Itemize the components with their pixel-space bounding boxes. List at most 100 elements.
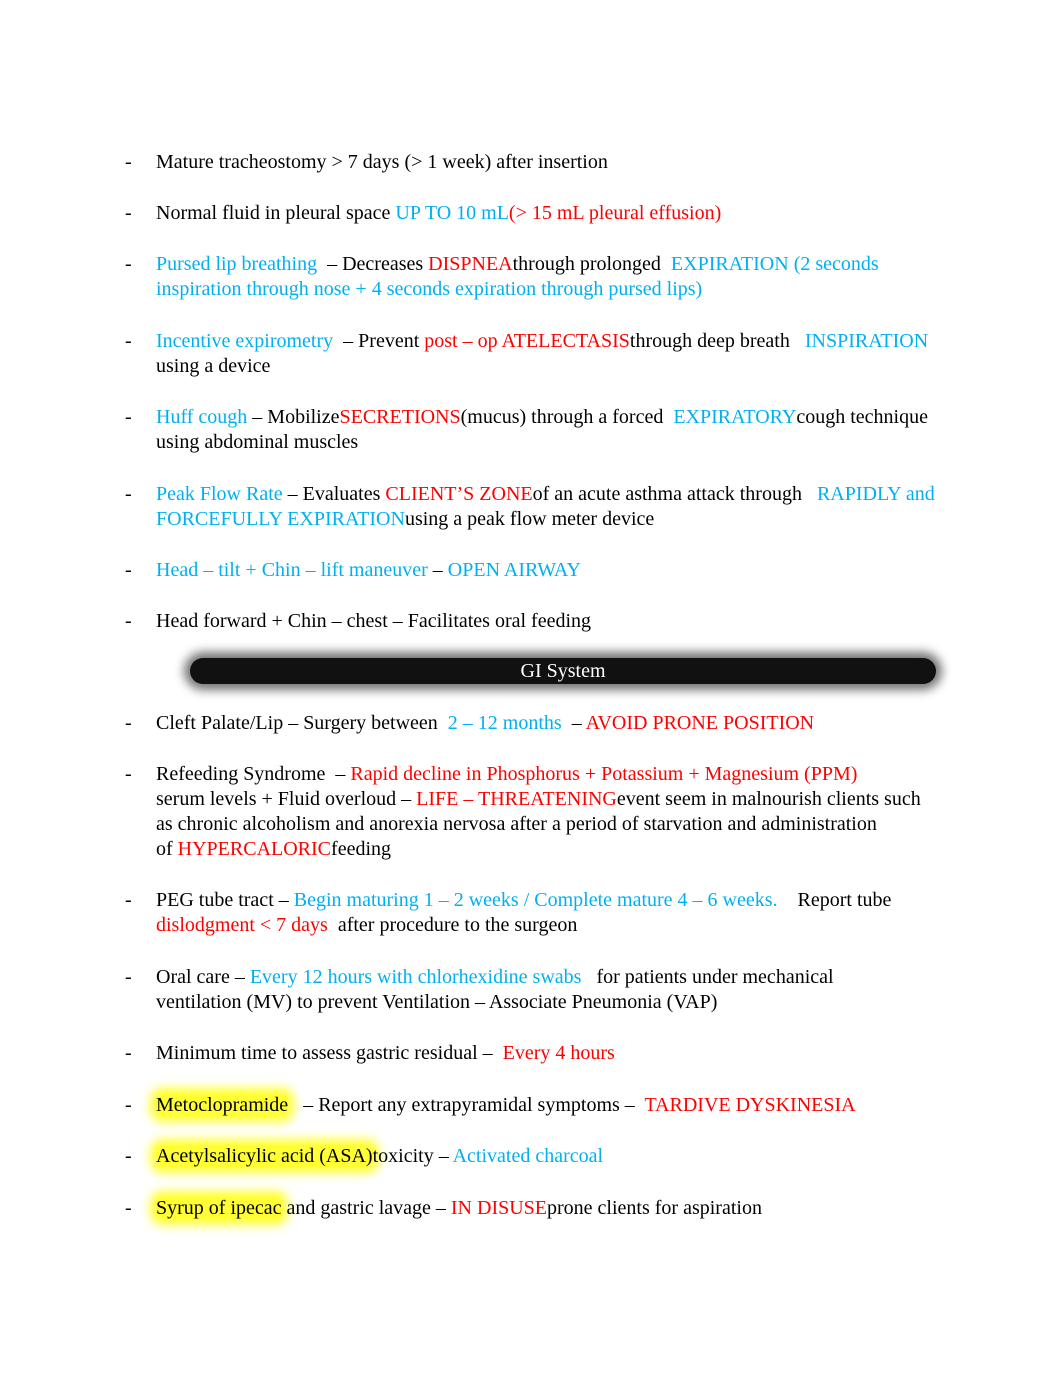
- text-line: as chronic alcoholism and anorexia nervo…: [156, 812, 956, 837]
- bullet-dash: -: [125, 966, 132, 988]
- bullet-dash: -: [125, 559, 132, 581]
- blue-text: EXPIRATION (2 seconds: [670, 253, 879, 275]
- text-segment: –: [427, 559, 448, 581]
- item-text: Refeeding Syndrome – Rapid decline in Ph…: [156, 762, 956, 862]
- bullet-dash: -: [125, 1197, 132, 1219]
- blue-text: Peak Flow Rate: [156, 483, 283, 505]
- text-segment: – Prevent: [338, 330, 425, 352]
- red-text: Every 4 hours: [502, 1042, 615, 1064]
- text-segment: through deep breath: [629, 330, 805, 352]
- bullet-dash: -: [125, 330, 132, 352]
- bullet-dash: -: [125, 1145, 132, 1167]
- text-line: Peak Flow Rate – Evaluates CLIENT’S ZONE…: [156, 482, 956, 507]
- text-segment: feeding: [331, 838, 392, 860]
- blue-text: UP TO 10 mL: [395, 202, 509, 224]
- bullet-dash: -: [125, 610, 132, 632]
- text-segment: cough technique: [796, 406, 928, 428]
- text-line: Cleft Palate/Lip – Surgery between 2 – 1…: [156, 711, 956, 736]
- item-text: Cleft Palate/Lip – Surgery between 2 – 1…: [156, 711, 956, 736]
- item-text: Minimum time to assess gastric residual …: [156, 1041, 956, 1066]
- text-segment: and gastric lavage –: [281, 1197, 451, 1219]
- item-text: Pursed lip breathing – Decreases DISPNEA…: [156, 252, 956, 302]
- text-line: Minimum time to assess gastric residual …: [156, 1041, 956, 1066]
- blue-text: 2 – 12 months: [447, 712, 562, 734]
- blue-text: RAPIDLY and: [816, 483, 935, 505]
- item-text: Metoclopramide – Report any extrapyramid…: [156, 1093, 956, 1118]
- text-segment: of: [156, 838, 178, 860]
- text-line: using abdominal muscles: [156, 430, 956, 455]
- text-segment: PEG tube tract –: [156, 889, 294, 911]
- text-line: Head – tilt + Chin – lift maneuver – OPE…: [156, 558, 956, 583]
- text-segment: using abdominal muscles: [156, 431, 359, 453]
- blue-text: Incentive expirometry: [156, 330, 339, 352]
- text-segment: Head forward + Chin – chest – Facilitate…: [156, 610, 592, 632]
- text-segment: Oral care –: [156, 966, 250, 988]
- text-segment: (mucus) through a forced: [460, 406, 674, 428]
- text-segment: Cleft Palate/Lip – Surgery between: [156, 712, 448, 734]
- text-line: Huff cough – MobilizeSECRETIONS(mucus) t…: [156, 405, 956, 430]
- blue-text: INSPIRATION: [804, 330, 929, 352]
- item-text: Mature tracheostomy > 7 days (> 1 week) …: [156, 150, 956, 175]
- bullet-dash: -: [125, 712, 132, 734]
- text-line: Pursed lip breathing – Decreases DISPNEA…: [156, 252, 956, 277]
- red-text: TARDIVE DYSKINESIA: [644, 1094, 856, 1116]
- text-line: Normal fluid in pleural space UP TO 10 m…: [156, 201, 956, 226]
- text-segment: as chronic alcoholism and anorexia nervo…: [156, 813, 877, 835]
- item-text: Normal fluid in pleural space UP TO 10 m…: [156, 201, 956, 226]
- text-segment: – Decreases: [322, 253, 429, 275]
- text-line: using a device: [156, 354, 956, 379]
- red-text: CLIENT’S ZONE: [385, 483, 533, 505]
- text-line: dislodgment < 7 days after procedure to …: [156, 913, 956, 938]
- text-segment: of an acute asthma attack through: [532, 483, 817, 505]
- red-text: dislodgment < 7 days: [156, 914, 328, 936]
- text-segment: Refeeding Syndrome –: [156, 763, 351, 785]
- text-segment: toxicity –: [372, 1145, 453, 1167]
- text-segment: through prolonged: [512, 253, 671, 275]
- bullet-dash: -: [125, 763, 132, 785]
- text-line: Oral care – Every 12 hours with chlorhex…: [156, 965, 956, 990]
- text-line: Acetylsalicylic acid (ASA)toxicity – Act…: [156, 1144, 956, 1169]
- text-segment: using a peak flow meter device: [404, 508, 655, 530]
- text-line: serum levels + Fluid overloud – LIFE – T…: [156, 787, 956, 812]
- text-line: inspiration through nose + 4 seconds exp…: [156, 277, 956, 302]
- text-segment: – Report any extrapyramidal symptoms –: [288, 1094, 645, 1116]
- blue-text: inspiration through nose + 4 seconds exp…: [156, 278, 703, 300]
- red-text: AVOID PRONE POSITION: [585, 712, 815, 734]
- text-segment: Report tube: [777, 889, 892, 911]
- text-segment: – Evaluates: [282, 483, 386, 505]
- text-line: FORCEFULLY EXPIRATIONusing a peak flow m…: [156, 507, 956, 532]
- item-text: Acetylsalicylic acid (ASA)toxicity – Act…: [156, 1144, 956, 1169]
- bullet-dash: -: [125, 889, 132, 911]
- red-text: Rapid decline in Phosphorus + Potassium …: [350, 763, 858, 785]
- text-segment: for patients under mechanical: [581, 966, 834, 988]
- bullet-dash: -: [125, 1094, 132, 1116]
- text-line: Syrup of ipecac and gastric lavage – IN …: [156, 1196, 956, 1221]
- item-text: Head – tilt + Chin – lift maneuver – OPE…: [156, 558, 956, 583]
- text-segment: Mature tracheostomy > 7 days (> 1 week) …: [156, 151, 608, 173]
- bullet-dash: -: [125, 406, 132, 428]
- text-line: PEG tube tract – Begin maturing 1 – 2 we…: [156, 888, 956, 913]
- bullet-dash: -: [125, 253, 132, 275]
- bullet-dash: -: [125, 1042, 132, 1064]
- bullet-dash: -: [125, 202, 132, 224]
- highlighted-text: Syrup of ipecac: [156, 1197, 282, 1219]
- blue-text: Every 12 hours with chlorhexidine swabs: [249, 966, 582, 988]
- text-line: Incentive expirometry – Prevent post – o…: [156, 329, 956, 354]
- text-segment: using a device: [156, 355, 271, 377]
- text-segment: –: [561, 712, 586, 734]
- blue-text: EXPIRATORY: [673, 406, 797, 428]
- text-segment: Normal fluid in pleural space: [156, 202, 396, 224]
- item-text: Peak Flow Rate – Evaluates CLIENT’S ZONE…: [156, 482, 956, 532]
- red-text: DISPNEA: [428, 253, 513, 275]
- text-segment: serum levels + Fluid overloud –: [156, 788, 417, 810]
- item-text: Oral care – Every 12 hours with chlorhex…: [156, 965, 956, 1015]
- text-line: Head forward + Chin – chest – Facilitate…: [156, 609, 956, 634]
- bullet-dash: -: [125, 151, 132, 173]
- blue-text: Activated charcoal: [452, 1145, 604, 1167]
- item-text: Incentive expirometry – Prevent post – o…: [156, 329, 956, 379]
- text-line: Refeeding Syndrome – Rapid decline in Ph…: [156, 762, 956, 787]
- text-line: Metoclopramide – Report any extrapyramid…: [156, 1093, 956, 1118]
- text-line: Mature tracheostomy > 7 days (> 1 week) …: [156, 150, 956, 175]
- text-segment: Minimum time to assess gastric residual …: [156, 1042, 503, 1064]
- red-text: SECRETIONS: [339, 406, 461, 428]
